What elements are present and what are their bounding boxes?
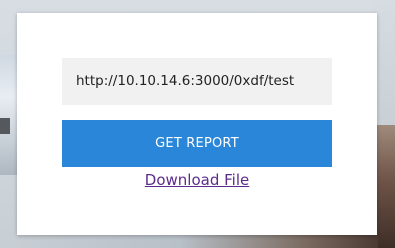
url-input[interactable] <box>62 58 332 105</box>
background-image-detail <box>0 118 10 134</box>
report-form-card: GET REPORT Download File <box>17 13 377 235</box>
background-image-bottom <box>18 234 378 248</box>
get-report-button[interactable]: GET REPORT <box>62 120 332 167</box>
download-file-link[interactable]: Download File <box>17 171 377 189</box>
